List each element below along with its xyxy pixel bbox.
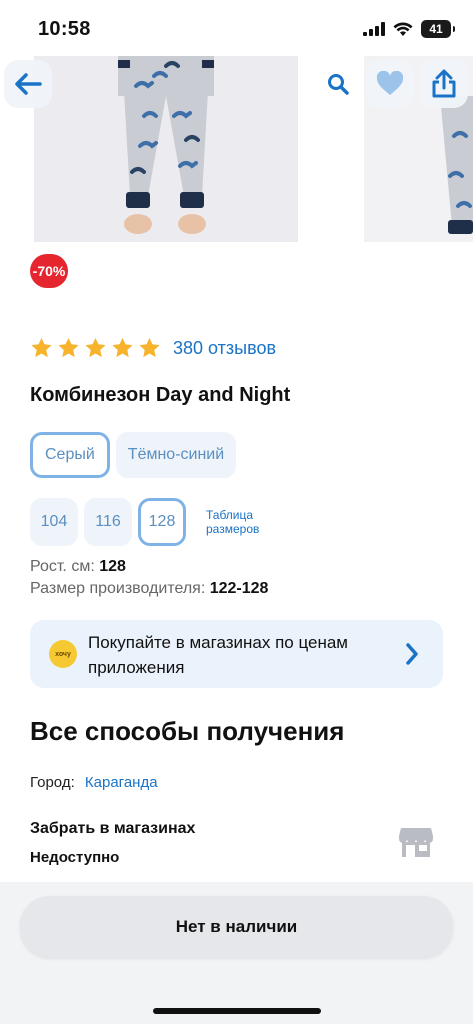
- city-label: Город:: [30, 774, 75, 791]
- search-icon: [328, 74, 349, 95]
- size-option-128[interactable]: 128: [138, 498, 186, 546]
- height-spec: Рост. см: 128: [30, 558, 126, 576]
- star-icon: [31, 337, 52, 358]
- share-icon: [432, 69, 456, 98]
- home-indicator: [153, 1008, 321, 1014]
- pickup-status: Недоступно: [30, 849, 120, 866]
- back-button[interactable]: [4, 60, 52, 108]
- city-row: Город: Караганда: [30, 774, 158, 791]
- chevron-right-icon: [406, 643, 418, 665]
- status-bar: 10:58 41: [0, 0, 473, 56]
- status-icons: 41: [363, 20, 455, 38]
- delivery-heading: Все способы получения: [30, 716, 345, 746]
- promo-banner[interactable]: хочу Покупайте в магазинах по ценам прил…: [30, 620, 443, 688]
- store-icon: [399, 828, 433, 857]
- city-link[interactable]: Караганда: [85, 774, 158, 791]
- arrow-left-icon: [15, 73, 42, 95]
- star-icon: [139, 337, 160, 358]
- search-button[interactable]: [314, 60, 362, 108]
- star-icon: [58, 337, 79, 358]
- favorite-button[interactable]: [366, 60, 414, 108]
- share-button[interactable]: [420, 60, 468, 108]
- star-icon: [112, 337, 133, 358]
- size-option-116[interactable]: 116: [84, 498, 132, 546]
- height-value: 128: [99, 558, 126, 575]
- product-title: Комбинезон Day and Night: [30, 384, 291, 406]
- battery-indicator: 41: [421, 20, 455, 38]
- promo-badge: хочу: [49, 640, 77, 668]
- product-photo[interactable]: [34, 56, 298, 242]
- star-icon: [85, 337, 106, 358]
- manufacturer-size-spec: Размер производителя: 122-128: [30, 580, 268, 598]
- height-label: Рост. см:: [30, 558, 95, 575]
- color-selector: Серый Тёмно-синий: [30, 432, 237, 478]
- manufacturer-size-label: Размер производителя:: [30, 580, 206, 597]
- out-of-stock-button[interactable]: Нет в наличии: [20, 896, 453, 958]
- size-option-104[interactable]: 104: [30, 498, 78, 546]
- heart-icon: [376, 71, 404, 95]
- manufacturer-size-value: 122-128: [209, 580, 269, 597]
- size-selector: 104 116 128 Таблица размеров: [30, 498, 286, 546]
- rating-row: 380 отзывов: [30, 334, 276, 362]
- wifi-icon: [393, 22, 413, 36]
- status-time: 10:58: [38, 18, 91, 40]
- reviews-link[interactable]: 380 отзывов: [173, 338, 276, 359]
- signal-icon: [363, 22, 385, 36]
- size-table-link[interactable]: Таблица размеров: [206, 508, 286, 536]
- rating-stars: [30, 337, 161, 359]
- promo-text: Покупайте в магазинах по ценам приложени…: [88, 633, 348, 677]
- pickup-title: Забрать в магазинах: [30, 820, 196, 837]
- color-option-grey[interactable]: Серый: [30, 432, 110, 478]
- discount-badge: -70%: [30, 254, 68, 288]
- color-option-navy[interactable]: Тёмно-синий: [115, 432, 237, 478]
